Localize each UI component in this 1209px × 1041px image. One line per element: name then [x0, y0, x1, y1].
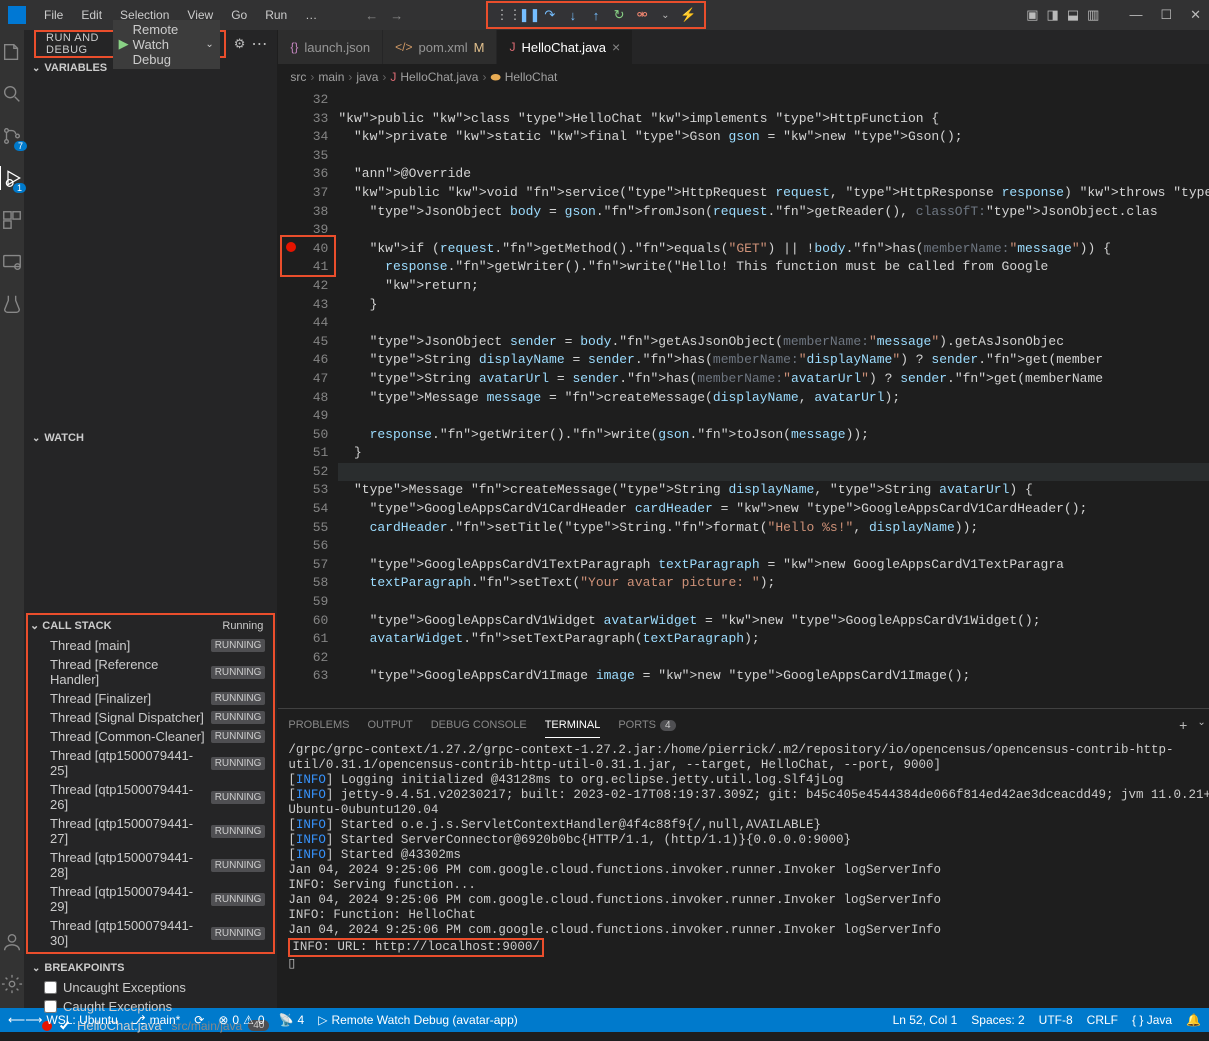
- thread-row[interactable]: Thread [qtp1500079441-25]RUNNING: [28, 746, 273, 780]
- run-debug-title: RUN AND DEBUG: [40, 32, 113, 56]
- testing-icon[interactable]: [0, 292, 24, 316]
- status-remote[interactable]: ⟵⟶ WSL: Ubuntu: [8, 1013, 118, 1027]
- watch-body: [24, 448, 277, 613]
- thread-row[interactable]: Thread [qtp1500079441-29]RUNNING: [28, 882, 273, 916]
- terminal-output[interactable]: /grpc/grpc-context/1.27.2/grpc-context-1…: [278, 741, 1209, 1008]
- thread-row[interactable]: Thread [Common-Cleaner]RUNNING: [28, 727, 273, 746]
- thread-row[interactable]: Thread [qtp1500079441-28]RUNNING: [28, 848, 273, 882]
- window-maximize-icon[interactable]: ☐: [1160, 7, 1172, 23]
- debug-settings-icon[interactable]: ⚙: [234, 36, 246, 52]
- window-close-icon[interactable]: ✕: [1190, 7, 1201, 23]
- status-branch[interactable]: ⎇ main*: [132, 1013, 181, 1027]
- callstack-section: ⌄ CALL STACK Running Thread [main]RUNNIN…: [26, 613, 275, 954]
- panel-tab-ports[interactable]: PORTS4: [618, 713, 675, 737]
- debug-toolbar: ⋮⋮ ❚❚ ↷ ↓ ↑ ↻ ⚮ ⌄ ⚡: [486, 1, 706, 29]
- step-out-icon[interactable]: ↑: [588, 8, 604, 23]
- layout-icon-2[interactable]: ◨: [1047, 7, 1059, 23]
- bp-caught-checkbox[interactable]: [44, 1000, 57, 1013]
- thread-row[interactable]: Thread [Reference Handler]RUNNING: [28, 655, 273, 689]
- panel-tab-terminal[interactable]: TERMINAL: [545, 713, 601, 738]
- panel-tab-problems[interactable]: PROBLEMS: [288, 713, 349, 737]
- bottom-panel: PROBLEMS OUTPUT DEBUG CONSOLE TERMINAL P…: [278, 708, 1209, 1008]
- status-cursor-position[interactable]: Ln 52, Col 1: [893, 1013, 958, 1027]
- run-debug-icon[interactable]: 1: [0, 166, 23, 190]
- line-gutter[interactable]: 3233343536373839404142434445464748495051…: [278, 89, 338, 708]
- activity-bar: 7 1: [0, 30, 24, 1008]
- breakpoints-section: ⌄BREAKPOINTS Uncaught Exceptions Caught …: [24, 958, 277, 1041]
- remote-explorer-icon[interactable]: [0, 250, 24, 274]
- code-editor[interactable]: "kw">public "kw">class "type">HelloChat …: [338, 89, 1209, 708]
- status-eol[interactable]: CRLF: [1087, 1013, 1118, 1027]
- tab-pom-xml[interactable]: </>pom.xmlM: [383, 30, 497, 64]
- variables-body: [24, 78, 277, 428]
- status-encoding[interactable]: UTF-8: [1039, 1013, 1073, 1027]
- start-debug-icon[interactable]: ▶: [119, 36, 129, 52]
- thread-row[interactable]: Thread [Finalizer]RUNNING: [28, 689, 273, 708]
- restart-icon[interactable]: ↻: [611, 7, 627, 23]
- accounts-icon[interactable]: [0, 930, 24, 954]
- step-into-icon[interactable]: ↓: [565, 8, 581, 23]
- debug-badge: 1: [13, 183, 26, 193]
- pause-icon[interactable]: ❚❚: [519, 7, 535, 23]
- disconnect-icon[interactable]: ⚮: [634, 7, 650, 23]
- nav-forward-icon[interactable]: →: [390, 8, 403, 23]
- status-sync[interactable]: ⟳: [194, 1013, 204, 1027]
- thread-row[interactable]: Thread [qtp1500079441-27]RUNNING: [28, 814, 273, 848]
- thread-row[interactable]: Thread [main]RUNNING: [28, 636, 273, 655]
- status-notifications-icon[interactable]: 🔔: [1186, 1013, 1201, 1027]
- step-over-icon[interactable]: ↷: [542, 7, 558, 23]
- menu-file[interactable]: File: [36, 4, 71, 26]
- scm-badge: 7: [14, 141, 27, 151]
- extensions-icon[interactable]: [0, 208, 24, 232]
- nav-arrows: ← →: [365, 8, 403, 23]
- terminal-dropdown-icon[interactable]: ⌄: [1197, 717, 1205, 734]
- bp-uncaught-exceptions[interactable]: Uncaught Exceptions: [24, 978, 277, 997]
- callstack-header[interactable]: ⌄ CALL STACK Running: [28, 615, 273, 636]
- panel-tab-output[interactable]: OUTPUT: [368, 713, 413, 737]
- debug-sidebar: RUN AND DEBUG ▶ Remote Watch Debug ⌄ ⚙ ⋯…: [24, 30, 278, 1008]
- close-tab-icon[interactable]: ×: [612, 39, 620, 55]
- thread-row[interactable]: Thread [Signal Dispatcher]RUNNING: [28, 708, 273, 727]
- window-minimize-icon[interactable]: —: [1129, 7, 1142, 23]
- chevron-down-icon[interactable]: ⌄: [657, 10, 673, 21]
- status-indent[interactable]: Spaces: 2: [971, 1013, 1024, 1027]
- breadcrumbs[interactable]: src› main› java› J HelloChat.java› ⬬ Hel…: [278, 65, 1209, 89]
- status-problems[interactable]: ⊗ 0 ⚠ 0: [218, 1013, 264, 1027]
- status-ports[interactable]: 📡 4: [279, 1013, 305, 1027]
- explorer-icon[interactable]: [0, 40, 24, 64]
- more-actions-icon[interactable]: ⋯: [251, 34, 267, 54]
- callstack-status: Running: [222, 620, 263, 632]
- hot-reload-icon[interactable]: ⚡: [680, 7, 696, 23]
- panel-tab-debug-console[interactable]: DEBUG CONSOLE: [431, 713, 527, 737]
- menu-edit[interactable]: Edit: [73, 4, 110, 26]
- layout-icon-3[interactable]: ⬓: [1067, 7, 1079, 23]
- drag-handle-icon[interactable]: ⋮⋮: [496, 7, 512, 23]
- nav-back-icon[interactable]: ←: [365, 8, 378, 23]
- search-icon[interactable]: [0, 82, 24, 106]
- run-and-debug-header: RUN AND DEBUG ▶ Remote Watch Debug ⌄: [34, 30, 226, 58]
- settings-gear-icon[interactable]: [0, 972, 24, 996]
- thread-row[interactable]: Thread [qtp1500079441-30]RUNNING: [28, 916, 273, 950]
- editor-area: {}launch.json </>pom.xmlM JHelloChat.jav…: [278, 30, 1209, 1008]
- source-control-icon[interactable]: 7: [0, 124, 24, 148]
- bp-uncaught-checkbox[interactable]: [44, 981, 57, 994]
- vscode-logo-icon: [8, 6, 26, 24]
- thread-row[interactable]: Thread [qtp1500079441-26]RUNNING: [28, 780, 273, 814]
- chevron-down-icon: ⌄: [205, 39, 213, 50]
- layout-icon-1[interactable]: ▣: [1026, 7, 1038, 23]
- panel-tabs: PROBLEMS OUTPUT DEBUG CONSOLE TERMINAL P…: [278, 709, 1209, 741]
- status-debug-session[interactable]: ▷ Remote Watch Debug (avatar-app): [318, 1013, 518, 1027]
- status-language[interactable]: { } Java: [1132, 1013, 1172, 1027]
- tab-hellochat-java[interactable]: JHelloChat.java×: [497, 30, 633, 64]
- menu-more[interactable]: …: [297, 4, 325, 26]
- layout-icon-4[interactable]: ▥: [1087, 7, 1099, 23]
- menu-go[interactable]: Go: [223, 4, 255, 26]
- tab-launch-json[interactable]: {}launch.json: [278, 30, 383, 64]
- variables-section-header[interactable]: ⌄VARIABLES: [24, 58, 277, 78]
- menu-run[interactable]: Run: [257, 4, 295, 26]
- watch-section-header[interactable]: ⌄WATCH: [24, 428, 277, 448]
- breakpoints-header[interactable]: ⌄BREAKPOINTS: [24, 958, 277, 978]
- new-terminal-icon[interactable]: +: [1179, 717, 1187, 734]
- editor-tabs: {}launch.json </>pom.xmlM JHelloChat.jav…: [278, 30, 1209, 65]
